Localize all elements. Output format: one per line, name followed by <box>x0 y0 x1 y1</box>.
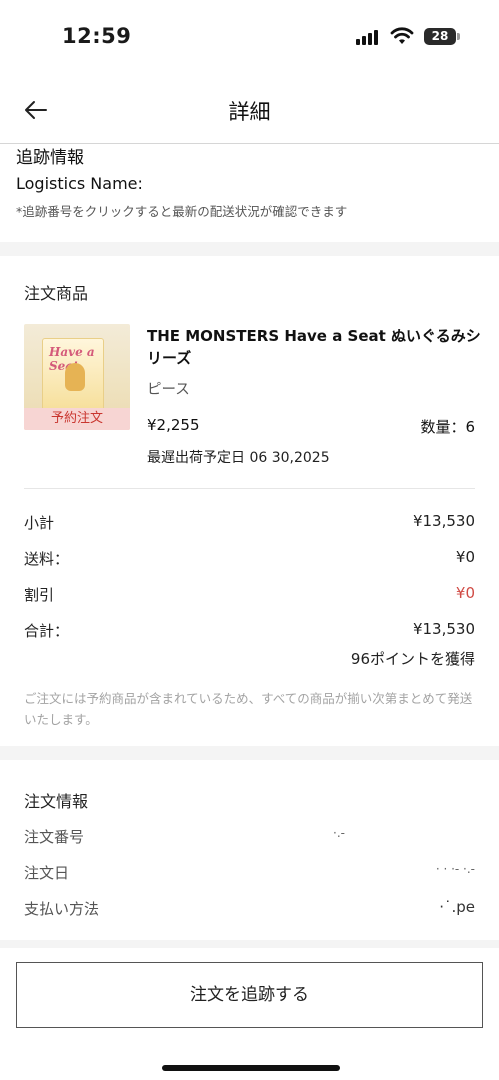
payment-method-row: 支払い方法 ·˙.pe <box>24 898 475 920</box>
product-box-illustration: Have a Seat <box>42 338 104 412</box>
product-name[interactable]: THE MONSTERS Have a Seat ぬいぐるみシリーズ <box>147 325 482 369</box>
product-quantity: 数量：6 <box>420 418 475 436</box>
order-date-row: 注文日 · · ·- ·.- <box>24 862 475 884</box>
product-image[interactable]: Have a Seat 予約注文 <box>24 324 130 430</box>
payment-method-label: 支払い方法 <box>24 900 100 918</box>
battery-icon: 28 <box>424 28 460 45</box>
signal-icon <box>356 29 382 45</box>
shipping-row: 送料： ¥0 <box>24 548 475 570</box>
logistics-name[interactable]: Logistics Name: <box>16 173 486 195</box>
shipping-value: ¥0 <box>455 548 475 566</box>
product-price: ¥2,255 <box>147 416 200 434</box>
nav-bar: 詳細 <box>0 78 499 144</box>
status-bar: 12:59 28 <box>0 0 499 75</box>
total-value: ¥13,530 <box>412 620 475 638</box>
page-title: 詳細 <box>228 100 271 124</box>
wifi-icon <box>390 27 414 44</box>
home-indicator[interactable] <box>162 1065 340 1071</box>
subtotal-value: ¥13,530 <box>412 512 475 530</box>
tracking-title: 追跡情報 <box>16 148 84 168</box>
discount-label: 割引 <box>24 586 55 604</box>
subtotal-row: 小計 ¥13,530 <box>24 512 475 534</box>
order-number-row: 注文番号 ·.- <box>24 826 475 848</box>
order-number-label: 注文番号 <box>24 828 85 846</box>
payment-method-value: ·˙.pe <box>439 898 475 916</box>
order-date-label: 注文日 <box>24 864 70 882</box>
total-label: 合計： <box>24 622 70 640</box>
status-time: 12:59 <box>62 24 132 48</box>
order-items-title: 注文商品 <box>24 284 89 303</box>
tracking-section: 追跡情報 Logistics Name: *追跡番号をクリックすると最新の配送状… <box>16 147 486 221</box>
points-earned: 96ポイントを獲得 <box>350 650 475 668</box>
preorder-badge: 予約注文 <box>24 408 130 430</box>
tracking-note: *追跡番号をクリックすると最新の配送状況が確認できます <box>16 204 348 219</box>
track-order-button[interactable]: 注文を追跡する <box>16 962 483 1028</box>
order-info-title: 注文情報 <box>24 792 89 811</box>
section-divider <box>0 746 499 760</box>
section-divider <box>0 940 499 948</box>
product-variant: ピース <box>147 382 190 398</box>
product-ship-date: 最遅出荷予定日 06 30,2025 <box>147 450 330 466</box>
order-date-value: · · ·- ·.- <box>435 862 475 876</box>
preorder-note: ご注文には予約商品が含まれているため、すべての商品が揃い次第まとめて発送いたしま… <box>24 691 473 727</box>
product-figure <box>65 363 85 391</box>
shipping-label: 送料： <box>24 550 70 568</box>
total-row: 合計： ¥13,530 <box>24 620 475 642</box>
summary-divider <box>24 488 475 489</box>
discount-row: 割引 ¥0 <box>24 584 475 606</box>
subtotal-label: 小計 <box>24 514 55 532</box>
section-divider <box>0 242 499 256</box>
discount-value: ¥0 <box>455 584 475 602</box>
order-number-value[interactable]: ·.- <box>333 826 345 840</box>
